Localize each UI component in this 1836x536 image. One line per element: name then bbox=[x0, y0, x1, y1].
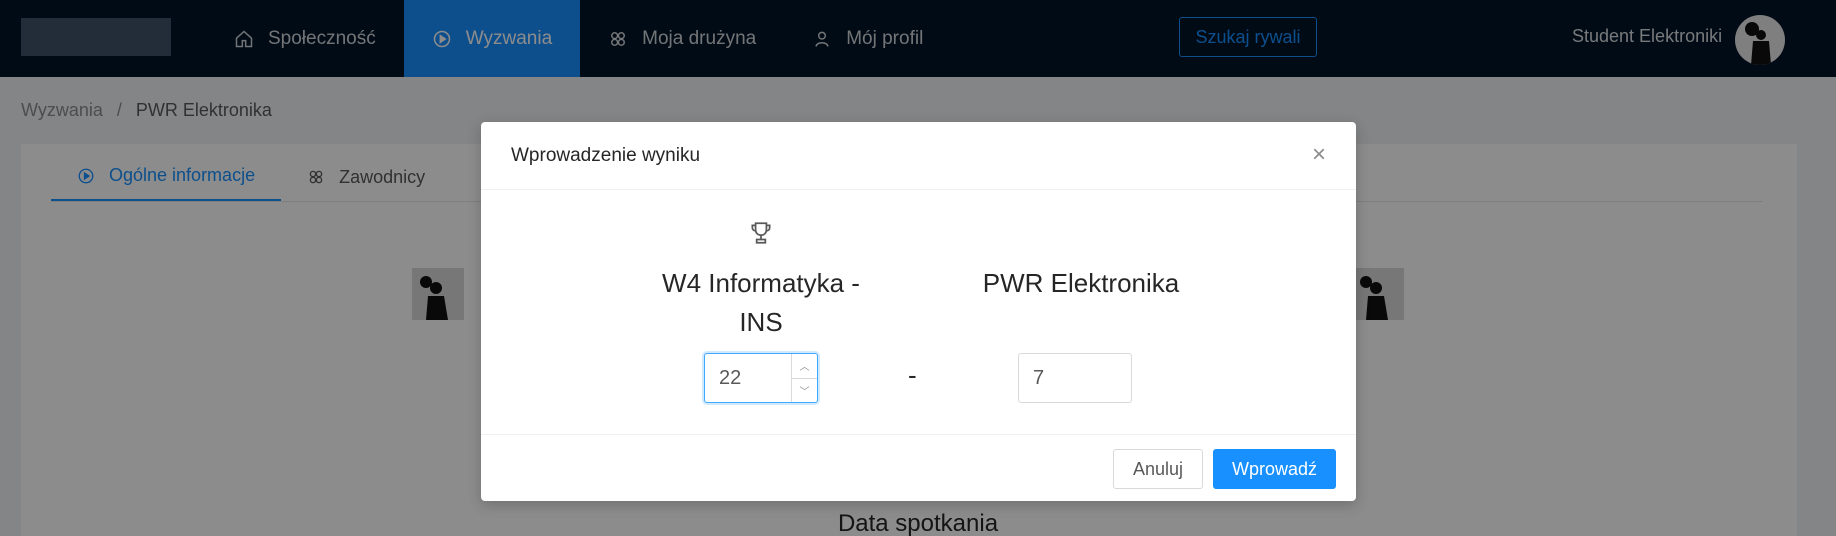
result-modal: Wprowadzenie wyniku × W4 Informatyka - I… bbox=[481, 122, 1356, 501]
score-right-value: 7 bbox=[1033, 366, 1045, 389]
chevron-up-icon[interactable]: ︿ bbox=[792, 354, 817, 379]
modal-body: W4 Informatyka - INS PWR Elektronika 22 … bbox=[481, 190, 1356, 434]
close-icon[interactable]: × bbox=[1308, 143, 1330, 167]
score-left-input[interactable]: 22 ︿ ﹀ bbox=[704, 353, 818, 403]
modal-footer: Anuluj Wprowadź bbox=[481, 434, 1356, 501]
modal-title: Wprowadzenie wyniku bbox=[511, 144, 701, 166]
cancel-button[interactable]: Anuluj bbox=[1113, 449, 1203, 489]
submit-button[interactable]: Wprowadź bbox=[1213, 449, 1336, 489]
modal-header: Wprowadzenie wyniku × bbox=[481, 122, 1356, 190]
trophy-icon bbox=[751, 222, 771, 244]
score-left-value: 22 bbox=[719, 366, 742, 389]
score-right-input[interactable]: 7 bbox=[1018, 353, 1132, 403]
team-left-name: W4 Informatyka - INS bbox=[662, 268, 860, 337]
chevron-down-icon[interactable]: ﹀ bbox=[792, 379, 817, 403]
score-left-stepper[interactable]: ︿ ﹀ bbox=[791, 354, 817, 402]
team-right-name: PWR Elektronika bbox=[982, 268, 1180, 298]
score-separator: - bbox=[908, 360, 917, 390]
